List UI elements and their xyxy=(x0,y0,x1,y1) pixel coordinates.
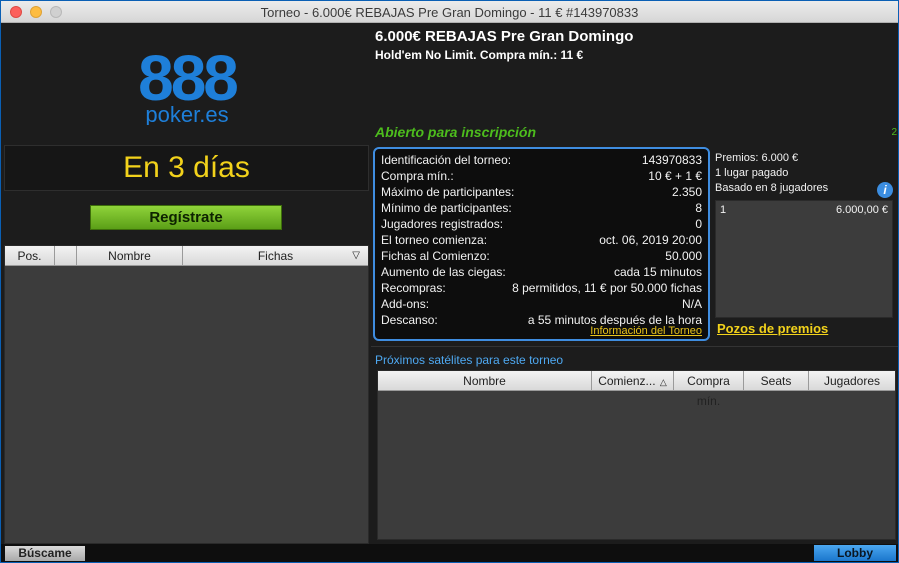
info-row: Fichas al Comienzo: 50.000 xyxy=(381,248,702,264)
info-icon[interactable]: i xyxy=(877,182,893,198)
register-button[interactable]: Regístrate xyxy=(90,205,282,230)
prize-panel: Premios: 6.000 € 1 lugar pagado Basado e… xyxy=(715,151,895,341)
sort-down-icon: ▽ xyxy=(352,250,360,261)
tournament-info-box: Identificación del torneo: 143970833 Comp… xyxy=(373,147,710,341)
prize-pool: Premios: 6.000 € xyxy=(715,152,799,164)
info-label: El torneo comienza: xyxy=(381,233,488,247)
info-row: Aumento de las ciegas: cada 15 minutos xyxy=(381,264,702,280)
info-label: Máximo de participantes: xyxy=(381,185,515,199)
info-row: Máximo de participantes: 2.350 xyxy=(381,184,702,200)
info-value: cada 15 minutos xyxy=(613,265,702,279)
find-me-button[interactable]: Búscame xyxy=(5,546,85,561)
info-row: Add-ons: N/A xyxy=(381,296,702,312)
prize-amount: 6.000,00 € xyxy=(836,204,888,216)
registration-status: Abierto para inscripción xyxy=(375,124,537,140)
info-value: 2.350 xyxy=(671,185,702,199)
info-label: Jugadores registrados: xyxy=(381,217,504,231)
info-row: Jugadores registrados: 0 xyxy=(381,216,702,232)
info-label: Compra mín.: xyxy=(381,169,454,183)
places-paid: 1 lugar pagado xyxy=(715,167,789,179)
info-value: 8 permitidos, 11 € por 50.000 fichas xyxy=(512,281,702,295)
bottom-bar: Búscame Lobby xyxy=(1,544,898,562)
info-value: N/A xyxy=(681,297,702,311)
window-title: Torneo - 6.000€ REBAJAS Pre Gran Domingo… xyxy=(260,5,639,20)
players-table[interactable]: Pos. Nombre Fichas ▽ xyxy=(4,245,369,544)
satellites-table-header: Nombre Comienz... △ Compra mín. Seats Ju… xyxy=(378,371,895,408)
info-row: El torneo comienza: oct. 06, 2019 20:00 xyxy=(381,232,702,248)
col-sat-comienzo[interactable]: Comienz... △ xyxy=(592,371,674,390)
tournament-name: 6.000€ REBAJAS Pre Gran Domingo xyxy=(375,28,634,45)
info-label: Fichas al Comienzo: xyxy=(381,249,490,263)
col-sat-nombre[interactable]: Nombre xyxy=(378,371,592,390)
col-sat-compra[interactable]: Compra mín. xyxy=(674,371,744,408)
prize-table[interactable]: 1 6.000,00 € xyxy=(715,200,893,318)
section-divider xyxy=(371,346,898,347)
info-label: Recompras: xyxy=(381,281,446,295)
players-table-header: Pos. Nombre Fichas ▽ xyxy=(5,246,368,266)
info-value: 10 € + 1 € xyxy=(648,169,702,183)
info-label: Aumento de las ciegas: xyxy=(381,265,506,279)
col-nombre[interactable]: Nombre xyxy=(77,246,183,265)
info-label: Add-ons: xyxy=(381,297,430,311)
info-label: Descanso: xyxy=(381,313,438,327)
col-sat-jugadores[interactable]: Jugadores xyxy=(809,371,895,390)
status-extra: 2 xyxy=(891,127,897,138)
satellites-title: Próximos satélites para este torneo xyxy=(375,353,564,367)
tournament-subtitle: Hold'em No Limit. Compra mín.: 11 € xyxy=(375,48,584,62)
info-value: 143970833 xyxy=(641,153,702,167)
title-bar: Torneo - 6.000€ REBAJAS Pre Gran Domingo… xyxy=(1,1,898,23)
prize-basis: Basado en 8 jugadores xyxy=(715,182,829,194)
prize-pools-link[interactable]: Pozos de premios xyxy=(717,321,828,336)
info-value: 8 xyxy=(695,201,702,215)
tournament-info-link[interactable]: Información del Torneo xyxy=(590,325,702,337)
info-row: Recompras: 8 permitidos, 11 € por 50.000 … xyxy=(381,280,702,296)
info-value: 50.000 xyxy=(665,249,702,263)
info-row: Mínimo de participantes: 8 xyxy=(381,200,702,216)
tournament-window: Torneo - 6.000€ REBAJAS Pre Gran Domingo… xyxy=(0,0,899,563)
888poker-logo: 888 poker.es xyxy=(138,45,240,125)
col-fichas-label: Fichas xyxy=(257,249,294,263)
info-label: Mínimo de participantes: xyxy=(381,201,512,215)
col-pos[interactable]: Pos. xyxy=(5,246,55,265)
col-sat-seats[interactable]: Seats xyxy=(744,371,809,390)
info-row: Compra mín.: 10 € + 1 € xyxy=(381,168,702,184)
info-value: 0 xyxy=(695,217,702,231)
logo-domain: poker.es xyxy=(145,102,228,125)
sort-up-icon: △ xyxy=(659,377,667,387)
prize-row: 1 6.000,00 € xyxy=(720,204,888,216)
right-pane: 6.000€ REBAJAS Pre Gran Domingo Hold'em … xyxy=(371,25,898,544)
col-fichas[interactable]: Fichas ▽ xyxy=(183,246,368,265)
satellites-table[interactable]: Nombre Comienz... △ Compra mín. Seats Ju… xyxy=(377,370,896,540)
info-row: Identificación del torneo: 143970833 xyxy=(381,152,702,168)
col-sat-comienzo-label: Comienz... xyxy=(598,374,656,388)
info-label: Identificación del torneo: xyxy=(381,153,512,167)
lobby-button[interactable]: Lobby xyxy=(814,545,896,561)
info-value: oct. 06, 2019 20:00 xyxy=(599,233,702,247)
prize-place: 1 xyxy=(720,204,727,216)
left-pane: 888 poker.es En 3 días Regístrate Pos. N… xyxy=(4,25,369,544)
col-blank[interactable] xyxy=(55,246,77,265)
countdown-display: En 3 días xyxy=(4,145,369,191)
